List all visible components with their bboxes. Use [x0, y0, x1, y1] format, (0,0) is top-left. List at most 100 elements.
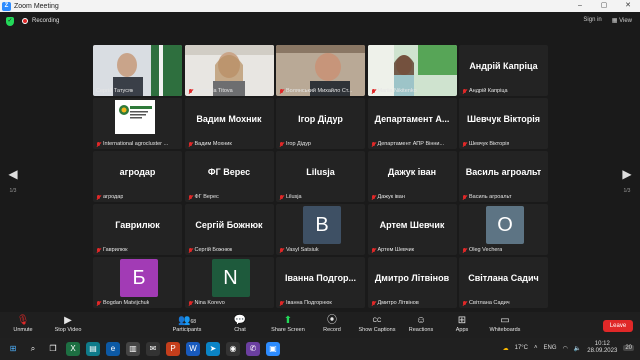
participant-name-text: Bogdan Matvijchuk — [103, 300, 150, 306]
excel-icon[interactable]: X — [66, 342, 80, 356]
show-captions-button[interactable]: CC Show Captions — [356, 315, 398, 333]
record-button[interactable]: ⦿ Record — [320, 315, 344, 333]
word-icon[interactable]: W — [186, 342, 200, 356]
windows-start-icon[interactable]: ⊞ — [6, 342, 20, 356]
tile-mariia-nikitenko[interactable]: Mariia Nikitenko — [367, 45, 457, 96]
participant-name-label: Сергій Божнюк — [188, 247, 232, 253]
tile-lilusja[interactable]: Lilusja Lilusja — [276, 151, 365, 202]
tile-ahrodar[interactable]: агродар агродар — [93, 151, 182, 202]
muted-mic-icon — [371, 194, 376, 200]
sign-in-link[interactable]: Sign in — [583, 17, 601, 24]
zoom-logo-icon: Z — [2, 1, 11, 11]
tray-chevron-icon[interactable]: ˄ — [534, 345, 538, 351]
tile-dmytro-litvinov[interactable]: Дмитро Літвінов Дмитро Літвінов — [367, 257, 457, 308]
grid-view-icon: ▦ — [611, 18, 620, 24]
participant-name-text: Департамент АПР Вінни... — [377, 141, 445, 147]
tile-fg-veres[interactable]: ФГ Верес ФГ Верес — [184, 151, 274, 202]
minimize-button[interactable]: – — [568, 0, 592, 12]
maximize-button[interactable]: ▢ — [592, 0, 616, 12]
weather-icon[interactable]: ☁ — [503, 345, 509, 352]
participant-display-name: Гаврилюк — [115, 220, 160, 230]
tile-havryliuk[interactable]: Гаврилюк Гаврилюк — [93, 204, 182, 255]
unmute-button[interactable]: 🎙 Unmute — [8, 315, 38, 333]
muted-mic-icon — [462, 141, 467, 147]
tile-serhiy-bozhniuk[interactable]: Сергій Божнюк Сергій Божнюк — [184, 204, 274, 255]
tile-sergiy-tatusyak[interactable]: Сергій Татусяк — [93, 45, 182, 96]
participant-display-name: Lilusja — [306, 167, 335, 177]
participant-name-label: Oleg Vechera — [462, 247, 502, 253]
share-screen-button[interactable]: ⬆ Share Screen — [268, 315, 308, 333]
wifi-icon[interactable]: ◠ — [563, 345, 568, 352]
previous-page-arrow-icon[interactable]: ◀ — [6, 167, 20, 181]
participant-avatar: В — [303, 206, 341, 244]
tile-international-agrocluster[interactable]: International agrocluster ... — [93, 98, 182, 149]
stop-video-button[interactable]: ▶ Stop Video — [50, 315, 86, 333]
participant-name-text: Ігор Дідур — [286, 141, 311, 147]
tile-bogdan-matvijchuk[interactable]: Б Bogdan Matvijchuk — [93, 257, 182, 308]
muted-mic-icon — [371, 141, 376, 147]
participant-name-label: Сергій Татусяк — [96, 88, 133, 94]
viber-icon[interactable]: ✆ — [246, 342, 260, 356]
camera-app-icon[interactable]: ◉ — [226, 342, 240, 356]
tile-voliansky[interactable]: Волянський Михайло Ст... — [276, 45, 365, 96]
participant-avatar: Б — [120, 259, 158, 297]
tile-ihor-didur[interactable]: Ігор Дідур Ігор Дідур — [276, 98, 365, 149]
weather-temperature[interactable]: 17°C — [515, 345, 528, 351]
whiteboard-icon: ▭ — [500, 315, 510, 326]
participants-button[interactable]: 👥68 Participants — [168, 315, 206, 333]
apps-button[interactable]: ⊞ Apps — [452, 315, 472, 333]
zoom-app-icon[interactable]: ▣ — [266, 342, 280, 356]
folder-icon[interactable]: ▤ — [86, 342, 100, 356]
reactions-smiley-icon: ☺ — [415, 315, 427, 326]
participant-name-text: Сергій Татусяк — [96, 88, 134, 94]
participant-display-name: Іванна Подгор... — [285, 273, 356, 283]
search-icon[interactable]: ⌕ — [26, 342, 40, 356]
muted-mic-icon — [96, 247, 101, 253]
telegram-icon[interactable]: ➤ — [206, 342, 220, 356]
tile-vasyl-satsiuk[interactable]: В Vasyl Satsiuk — [276, 204, 365, 255]
security-shield-icon[interactable]: ✓ — [6, 16, 14, 26]
tile-dazhuk-ivan[interactable]: Дажук іван Дажук іван — [367, 151, 457, 202]
muted-mic-icon — [279, 88, 284, 94]
view-button[interactable]: ▦ View — [612, 17, 632, 24]
task-view-icon[interactable]: ❐ — [46, 342, 60, 356]
close-button[interactable]: ✕ — [616, 0, 640, 12]
whiteboards-button[interactable]: ▭ Whiteboards — [486, 315, 524, 333]
meeting-top-bar: ✓ Recording Sign in ▦ View — [0, 12, 640, 30]
participant-name-label: Артем Шевчик — [371, 247, 415, 253]
mail-icon[interactable]: ✉ — [146, 342, 160, 356]
participants-count: 68 — [190, 319, 196, 325]
system-clock[interactable]: 10:12 28.09.2023 — [587, 341, 617, 355]
tile-departament-apr[interactable]: Департамент А... Департамент АПР Вінни... — [367, 98, 457, 149]
participant-gallery: Сергій Татусяк Liudmyla Titova Волянський … — [93, 45, 548, 308]
participant-name-label: Bogdan Matvijchuk — [96, 300, 149, 306]
participant-name-text: Mariia Nikitenko — [377, 88, 417, 94]
reactions-button[interactable]: ☺ Reactions — [406, 315, 436, 333]
muted-mic-icon — [188, 141, 193, 147]
edge-browser-icon[interactable]: e — [106, 342, 120, 356]
powerpoint-icon[interactable]: P — [166, 342, 180, 356]
chat-button[interactable]: 💬 Chat — [228, 315, 252, 333]
volume-icon[interactable]: 🔈 — [574, 345, 581, 352]
participant-name-text: Світлана Садич — [469, 300, 510, 306]
notification-badge[interactable]: 20 — [623, 345, 634, 351]
tile-shevchuk-viktoria[interactable]: Шевчук Вікторія Шевчук Вікторія — [459, 98, 548, 149]
tile-andriy-kaprytsia[interactable]: Андрій Капріца Андрій Капріца — [459, 45, 548, 96]
next-page-arrow-icon[interactable]: ▶ — [620, 167, 634, 181]
participant-name-text: Андрій Капріца — [469, 88, 508, 94]
leave-button[interactable]: Leave — [603, 320, 633, 332]
tile-svitlana-sadych[interactable]: Світлана Садич Світлана Садич — [459, 257, 548, 308]
language-indicator[interactable]: ENG — [544, 345, 557, 351]
tile-vadym-mokhnyk[interactable]: Вадим Мохник Вадим Мохник — [184, 98, 274, 149]
tile-nina-korevo[interactable]: N Nina Korevo — [184, 257, 274, 308]
tile-vasyl-ahroalt[interactable]: Василь агроальт Василь агроальт — [459, 151, 548, 202]
tile-ivanna-podhorn[interactable]: Іванна Подгор... Іванна Подгорнюк — [276, 257, 365, 308]
tile-oleg-vechera[interactable]: O Oleg Vechera — [459, 204, 548, 255]
participant-name-text: Артем Шевчик — [377, 247, 415, 253]
participant-name-label: Mariia Nikitenko — [371, 88, 417, 94]
tile-artem-shevchyk[interactable]: Артем Шевчик Артем Шевчик — [367, 204, 457, 255]
participant-name-text: Дажук іван — [377, 194, 405, 200]
tile-liudmyla-titova[interactable]: Liudmyla Titova — [184, 45, 274, 96]
file-explorer-icon[interactable]: ▥ — [126, 342, 140, 356]
participant-name-text: Vasyl Satsiuk — [286, 247, 319, 253]
